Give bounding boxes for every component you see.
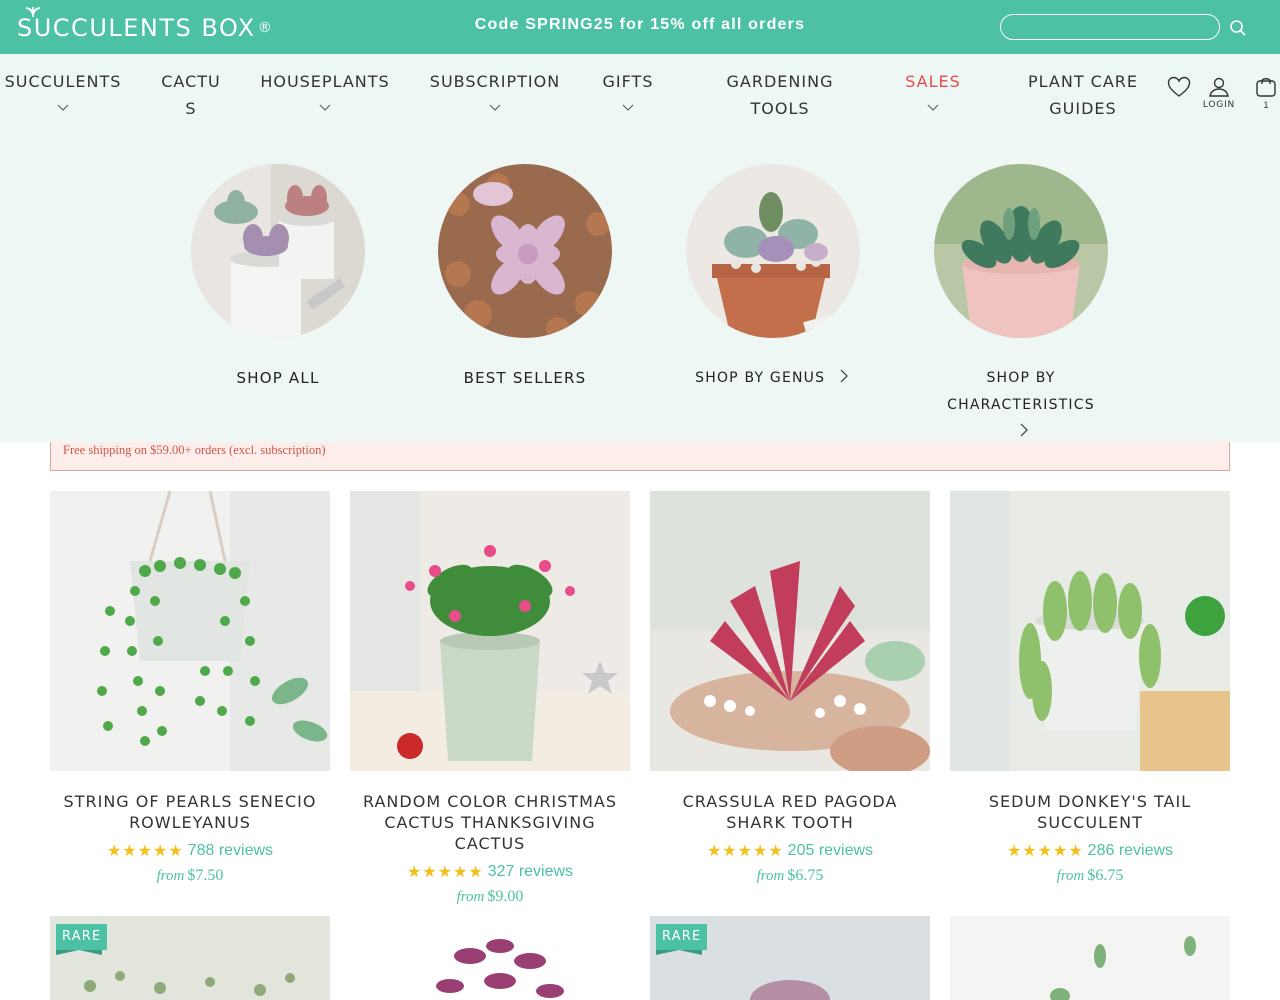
heart-icon[interactable] [1167, 76, 1191, 98]
nav-item-label: SUBSCRIPTION [429, 72, 561, 91]
chevron-right-icon [1020, 423, 1028, 437]
product-image[interactable] [50, 491, 330, 771]
nav-item-label: HOUSEPLANTS [260, 72, 390, 91]
product-image[interactable] [650, 491, 930, 771]
nav-item-houseplants[interactable]: HOUSEPLANTS [258, 68, 392, 122]
category-shop-by-genus[interactable]: SHOP BY GENUS [663, 164, 883, 392]
category-image [686, 164, 860, 338]
category-label-row: SHOP BY CHARACTERISTICS [911, 365, 1131, 446]
nav-item-label: GIFTS [602, 72, 654, 91]
product-image[interactable] [350, 916, 630, 1000]
chevron-down-icon [622, 104, 634, 111]
price-value: $9.00 [487, 888, 524, 905]
nav-item-subscription[interactable]: SUBSCRIPTION [428, 68, 562, 122]
promo-text: Code SPRING25 for 15% off all orders [474, 16, 806, 33]
top-bar: SUCCULENTS BOX ® Code SPRING25 for 15% of… [0, 0, 1280, 54]
nav-item-label: PLANT CARE GUIDES [1027, 72, 1139, 118]
nav-item-gifts[interactable]: GIFTS [598, 68, 658, 122]
nav-item-succulents[interactable]: SUCCULENTS [2, 68, 124, 122]
star-rating-icon: ★★★★★ [106, 843, 184, 860]
product-name[interactable]: SEDUM DONKEY'S TAIL SUCCULENT [950, 791, 1230, 833]
price-value: $7.50 [187, 867, 224, 884]
product-image[interactable] [350, 491, 630, 771]
search-icon[interactable] [1228, 18, 1248, 38]
category-label-row: SHOP BY GENUS [663, 365, 883, 392]
product-image[interactable] [950, 491, 1230, 771]
product-price: from $7.50 [50, 867, 330, 885]
chevron-right-icon [840, 369, 848, 383]
category-image [934, 164, 1108, 338]
product-card[interactable]: RARE [50, 916, 330, 1000]
category-best-sellers[interactable]: BEST SELLERS [415, 164, 635, 392]
product-card[interactable] [350, 916, 630, 1000]
nav-item-label: CACTUS [161, 72, 221, 118]
product-rating[interactable]: ★★★★★ 327 reviews [350, 862, 630, 882]
nav-item-label: SALES [905, 72, 961, 91]
shipping-text: Free shipping on $59.00+ orders (excl. s… [63, 443, 326, 457]
nav-item-plant-care-guides[interactable]: PLANT CARE GUIDES [1018, 68, 1148, 122]
price-prefix: from [156, 868, 185, 884]
price-prefix: from [456, 889, 485, 905]
nav-item-sales[interactable]: SALES [902, 68, 964, 122]
star-rating-icon: ★★★★★ [1006, 843, 1084, 860]
chevron-down-icon [319, 104, 331, 111]
price-prefix: from [756, 868, 785, 884]
cart-count: 1 [1263, 100, 1269, 110]
category-image [191, 164, 365, 338]
user-icon[interactable] [1208, 76, 1230, 98]
price-prefix: from [1056, 868, 1085, 884]
star-rating-icon: ★★★★★ [406, 864, 484, 881]
main-nav: SUCCULENTS CACTUS HOUSEPLANTS SUBSCRIPTI… [0, 54, 1280, 138]
chevron-down-icon [489, 104, 501, 111]
nav-item-label: GARDENING TOOLS [726, 72, 834, 118]
price-value: $6.75 [1087, 867, 1124, 884]
category-image [438, 164, 612, 338]
product-name[interactable]: CRASSULA RED PAGODA SHARK TOOTH [650, 791, 930, 833]
logo-text: SUCCULENTS BOX [17, 14, 256, 42]
product-price: from $9.00 [350, 888, 630, 906]
product-rating[interactable]: ★★★★★ 286 reviews [950, 841, 1230, 861]
product-card: STRING OF PEARLS SENECIO ROWLEYANUS ★★★★… [50, 491, 330, 885]
mega-menu: SHOP ALL BEST SELLERS SHOP BY GENUS SHOP… [0, 131, 1280, 442]
search-input[interactable] [1000, 14, 1220, 40]
product-price: from $6.75 [650, 867, 930, 885]
rare-badge: RARE [56, 924, 108, 955]
cart-icon[interactable] [1255, 76, 1277, 98]
logo-reg: ® [257, 20, 274, 36]
login-label[interactable]: LOGIN [1198, 100, 1240, 110]
product-price: from $6.75 [950, 867, 1230, 885]
product-card: SEDUM DONKEY'S TAIL SUCCULENT ★★★★★ 286 … [950, 491, 1230, 885]
product-card: RANDOM COLOR CHRISTMAS CACTUS THANKSGIVI… [350, 491, 630, 906]
category-label: SHOP ALL [236, 369, 320, 387]
review-count: 327 reviews [487, 863, 574, 880]
nav-item-cactus[interactable]: CACTUS [160, 68, 222, 122]
review-count: 788 reviews [187, 842, 274, 859]
product-rating[interactable]: ★★★★★ 788 reviews [50, 841, 330, 861]
rare-badge: RARE [656, 924, 708, 955]
category-label: SHOP BY CHARACTERISTICS [947, 370, 1095, 413]
category-shop-all[interactable]: SHOP ALL [168, 164, 388, 392]
review-count: 205 reviews [787, 842, 874, 859]
price-value: $6.75 [787, 867, 824, 884]
chevron-down-icon [927, 104, 939, 111]
sprout-icon [25, 7, 41, 18]
product-name[interactable]: STRING OF PEARLS SENECIO ROWLEYANUS [50, 791, 330, 833]
product-card[interactable]: RARE [650, 916, 930, 1000]
nav-item-label: SUCCULENTS [4, 72, 122, 91]
product-name[interactable]: RANDOM COLOR CHRISTMAS CACTUS THANKSGIVI… [350, 791, 630, 854]
category-shop-by-characteristics[interactable]: SHOP BY CHARACTERISTICS [911, 164, 1131, 446]
product-rating[interactable]: ★★★★★ 205 reviews [650, 841, 930, 861]
review-count: 286 reviews [1087, 842, 1174, 859]
product-image[interactable] [950, 916, 1230, 1000]
chevron-down-icon [57, 104, 69, 111]
logo[interactable]: SUCCULENTS BOX ® [17, 7, 274, 44]
category-label: BEST SELLERS [463, 369, 587, 387]
product-card[interactable] [950, 916, 1230, 1000]
shipping-banner: Free shipping on $59.00+ orders (excl. s… [50, 442, 1230, 471]
star-rating-icon: ★★★★★ [706, 843, 784, 860]
category-label: SHOP BY GENUS [695, 370, 826, 386]
product-card: CRASSULA RED PAGODA SHARK TOOTH ★★★★★ 20… [650, 491, 930, 885]
